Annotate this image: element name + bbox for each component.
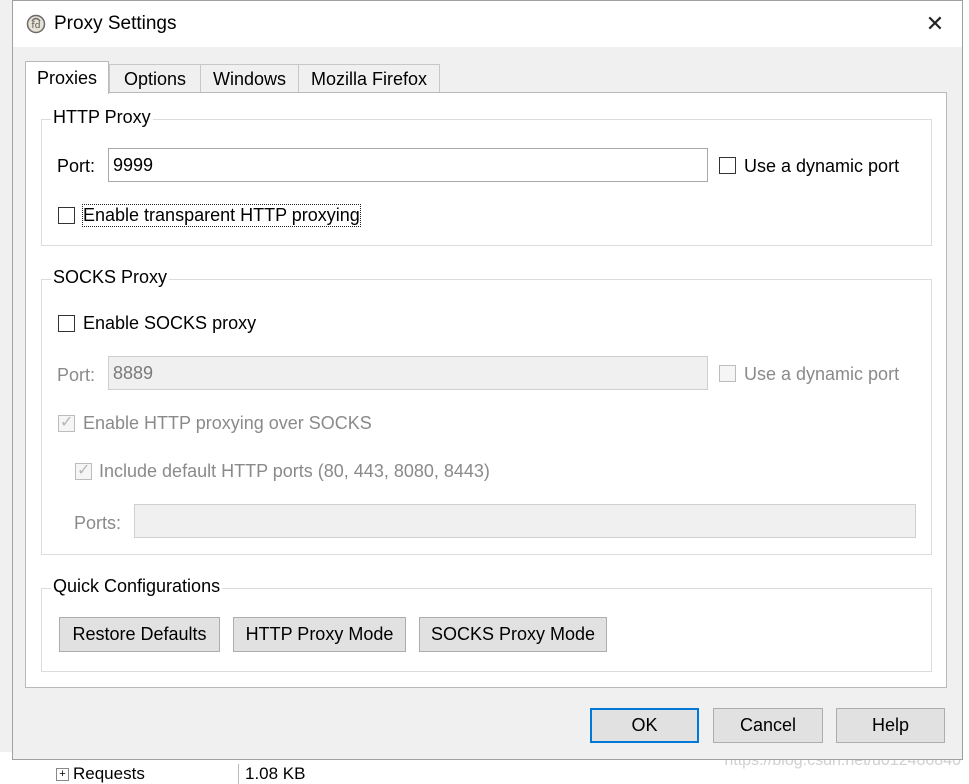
tab-proxies[interactable]: Proxies	[25, 61, 109, 94]
http-port-input[interactable]: 9999	[108, 148, 708, 182]
tab-mozilla-firefox[interactable]: Mozilla Firefox	[298, 64, 440, 93]
transparent-proxying-checkbox[interactable]	[58, 207, 75, 224]
background-tree-item[interactable]: + Requests	[56, 764, 145, 784]
socks-dynamic-port-checkbox[interactable]	[719, 365, 736, 382]
restore-defaults-button[interactable]: Restore Defaults	[59, 617, 220, 652]
http-port-label: Port:	[57, 156, 96, 176]
checkmark-icon: ✓	[60, 414, 74, 431]
enable-socks-label[interactable]: Enable SOCKS proxy	[83, 313, 256, 334]
http-dynamic-port-label[interactable]: Use a dynamic port	[744, 156, 899, 177]
enable-socks-checkbox[interactable]	[58, 315, 75, 332]
socks-proxy-group: SOCKS Proxy Enable SOCKS proxy Port: 888…	[41, 267, 932, 555]
socks-port-input[interactable]: 8889	[108, 356, 708, 390]
window-title: Proxy Settings	[54, 13, 177, 34]
help-button[interactable]: Help	[836, 708, 945, 743]
checkmark-icon: ✓	[77, 462, 91, 479]
socks-proxy-mode-button[interactable]: SOCKS Proxy Mode	[419, 617, 607, 652]
include-default-ports-label[interactable]: Include default HTTP ports (80, 443, 808…	[99, 461, 490, 482]
tree-item-size: 1.08 KB	[238, 764, 306, 784]
http-over-socks-label[interactable]: Enable HTTP proxying over SOCKS	[83, 413, 372, 434]
quick-config-group: Quick Configurations Restore Defaults HT…	[41, 576, 932, 672]
quick-config-group-title: Quick Configurations	[51, 576, 223, 597]
tab-options[interactable]: Options	[109, 64, 201, 93]
transparent-proxying-label[interactable]: Enable transparent HTTP proxying	[82, 204, 361, 227]
ok-button[interactable]: OK	[590, 708, 699, 743]
socks-ports-input[interactable]	[134, 504, 916, 538]
http-proxy-mode-button[interactable]: HTTP Proxy Mode	[233, 617, 406, 652]
svg-text:fd: fd	[32, 21, 41, 31]
cancel-button[interactable]: Cancel	[713, 708, 823, 743]
socks-port-label: Port:	[57, 365, 96, 385]
title-bar[interactable]: fd Proxy Settings ✕	[13, 1, 962, 47]
socks-dynamic-port-label[interactable]: Use a dynamic port	[744, 364, 899, 385]
include-default-ports-checkbox[interactable]: ✓	[75, 462, 92, 480]
tree-item-label: Requests	[73, 764, 145, 783]
tab-windows[interactable]: Windows	[200, 64, 299, 93]
close-icon[interactable]: ✕	[922, 11, 948, 37]
proxies-tab-panel: HTTP Proxy Port: 9999 Use a dynamic port…	[25, 92, 947, 688]
tree-expand-icon[interactable]: +	[56, 768, 69, 781]
proxy-settings-dialog: fd Proxy Settings ✕ Proxies Options Wind…	[12, 0, 963, 760]
http-over-socks-checkbox[interactable]: ✓	[58, 414, 75, 432]
socks-ports-label: Ports:	[74, 513, 122, 533]
http-proxy-group: HTTP Proxy Port: 9999 Use a dynamic port…	[41, 107, 932, 246]
http-proxy-group-title: HTTP Proxy	[51, 107, 153, 128]
fiddler-app-icon: fd	[26, 14, 46, 34]
socks-proxy-group-title: SOCKS Proxy	[51, 267, 170, 288]
http-dynamic-port-checkbox[interactable]	[719, 157, 736, 174]
